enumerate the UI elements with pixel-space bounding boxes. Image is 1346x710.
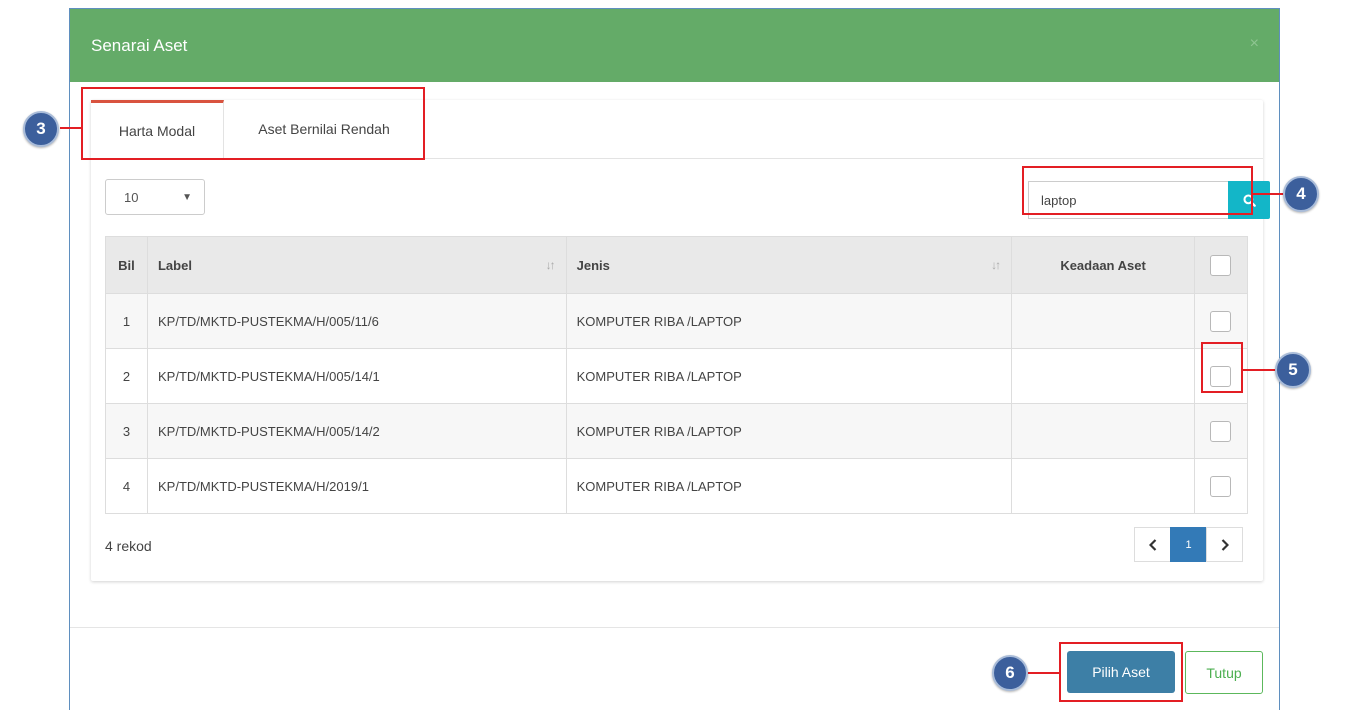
tab-aset-bernilai-rendah[interactable]: Aset Bernilai Rendah <box>225 100 423 158</box>
modal-header: Senarai Aset × <box>70 9 1279 82</box>
row-checkbox[interactable] <box>1210 475 1232 497</box>
row-jenis: KOMPUTER RIBA /LAPTOP <box>565 348 1013 404</box>
asset-list-modal: Senarai Aset × Harta Modal Aset Bernilai… <box>69 8 1280 710</box>
page-1-button[interactable]: 1 <box>1170 527 1207 562</box>
asset-table: Bil Label ↓↑ Jenis ↓↑ Keadaan Aset 1 KP/… <box>105 236 1249 514</box>
row-keadaan <box>1011 293 1195 349</box>
row-jenis: KOMPUTER RIBA /LAPTOP <box>565 403 1013 459</box>
close-icon[interactable]: × <box>1250 35 1259 53</box>
header-checkbox-cell <box>1193 236 1249 294</box>
callout-line-6 <box>1026 672 1060 674</box>
callout-line-4 <box>1252 193 1286 195</box>
row-bil: 1 <box>105 293 148 349</box>
row-checkbox-cell <box>1193 348 1249 404</box>
dropdown-arrow-icon: ▼ <box>182 191 192 203</box>
chevron-right-icon <box>1221 538 1229 551</box>
chevron-left-icon <box>1148 538 1156 551</box>
pagination: 1 <box>1134 527 1243 562</box>
header-jenis[interactable]: Jenis ↓↑ <box>565 236 1013 294</box>
row-keadaan <box>1011 348 1195 404</box>
table-header-row: Bil Label ↓↑ Jenis ↓↑ Keadaan Aset <box>105 236 1249 294</box>
page-length-value: 10 <box>124 189 139 205</box>
search-button[interactable] <box>1228 181 1270 219</box>
row-checkbox-cell <box>1193 293 1249 349</box>
header-label[interactable]: Label ↓↑ <box>146 236 567 294</box>
sort-icon: ↓↑ <box>545 258 556 272</box>
row-jenis: KOMPUTER RIBA /LAPTOP <box>565 293 1013 349</box>
row-checkbox[interactable] <box>1210 310 1232 332</box>
record-count: 4 rekod <box>105 538 152 554</box>
row-checkbox[interactable] <box>1210 420 1232 442</box>
tab-harta-modal[interactable]: Harta Modal <box>91 100 224 158</box>
header-keadaan: Keadaan Aset <box>1011 236 1195 294</box>
sort-icon: ↓↑ <box>991 258 1001 272</box>
search-input[interactable] <box>1028 181 1228 219</box>
annotation-badge-4: 4 <box>1283 176 1319 212</box>
row-label: KP/TD/MKTD-PUSTEKMA/H/005/11/6 <box>146 293 567 349</box>
row-label: KP/TD/MKTD-PUSTEKMA/H/005/14/1 <box>146 348 567 404</box>
row-bil: 2 <box>105 348 148 404</box>
row-label: KP/TD/MKTD-PUSTEKMA/H/005/14/2 <box>146 403 567 459</box>
table-row: 3 KP/TD/MKTD-PUSTEKMA/H/005/14/2 KOMPUTE… <box>105 403 1249 459</box>
callout-line-5 <box>1242 369 1276 371</box>
page-length-select[interactable]: 10 ▼ <box>105 179 205 215</box>
header-jenis-text: Jenis <box>576 257 610 273</box>
select-all-checkbox[interactable] <box>1210 254 1232 276</box>
tutup-button[interactable]: Tutup <box>1185 651 1263 694</box>
row-label: KP/TD/MKTD-PUSTEKMA/H/2019/1 <box>146 458 567 514</box>
row-checkbox-cell <box>1193 458 1249 514</box>
prev-page-button[interactable] <box>1134 527 1171 562</box>
row-checkbox[interactable] <box>1210 365 1232 387</box>
annotation-badge-3: 3 <box>23 111 59 147</box>
tab-bar: Harta Modal Aset Bernilai Rendah <box>91 100 1263 159</box>
row-bil: 3 <box>105 403 148 459</box>
table-row: 1 KP/TD/MKTD-PUSTEKMA/H/005/11/6 KOMPUTE… <box>105 293 1249 349</box>
asset-panel: Harta Modal Aset Bernilai Rendah 10 ▼ Bi… <box>91 100 1270 581</box>
row-keadaan <box>1011 458 1195 514</box>
annotation-badge-5: 5 <box>1275 352 1311 388</box>
search-group <box>1028 181 1270 219</box>
search-icon <box>1242 193 1256 207</box>
modal-title: Senarai Aset <box>91 35 188 55</box>
row-keadaan <box>1011 403 1195 459</box>
annotation-badge-6: 6 <box>992 655 1028 691</box>
table-row: 2 KP/TD/MKTD-PUSTEKMA/H/005/14/1 KOMPUTE… <box>105 348 1249 404</box>
row-checkbox-cell <box>1193 403 1249 459</box>
row-jenis: KOMPUTER RIBA /LAPTOP <box>565 458 1013 514</box>
footer-divider <box>70 627 1279 628</box>
callout-line-3 <box>60 127 82 129</box>
table-row: 4 KP/TD/MKTD-PUSTEKMA/H/2019/1 KOMPUTER … <box>105 458 1249 514</box>
row-bil: 4 <box>105 458 148 514</box>
header-label-text: Label <box>157 257 192 273</box>
pilih-aset-button[interactable]: Pilih Aset <box>1067 651 1175 693</box>
header-bil: Bil <box>105 236 148 294</box>
next-page-button[interactable] <box>1206 527 1243 562</box>
